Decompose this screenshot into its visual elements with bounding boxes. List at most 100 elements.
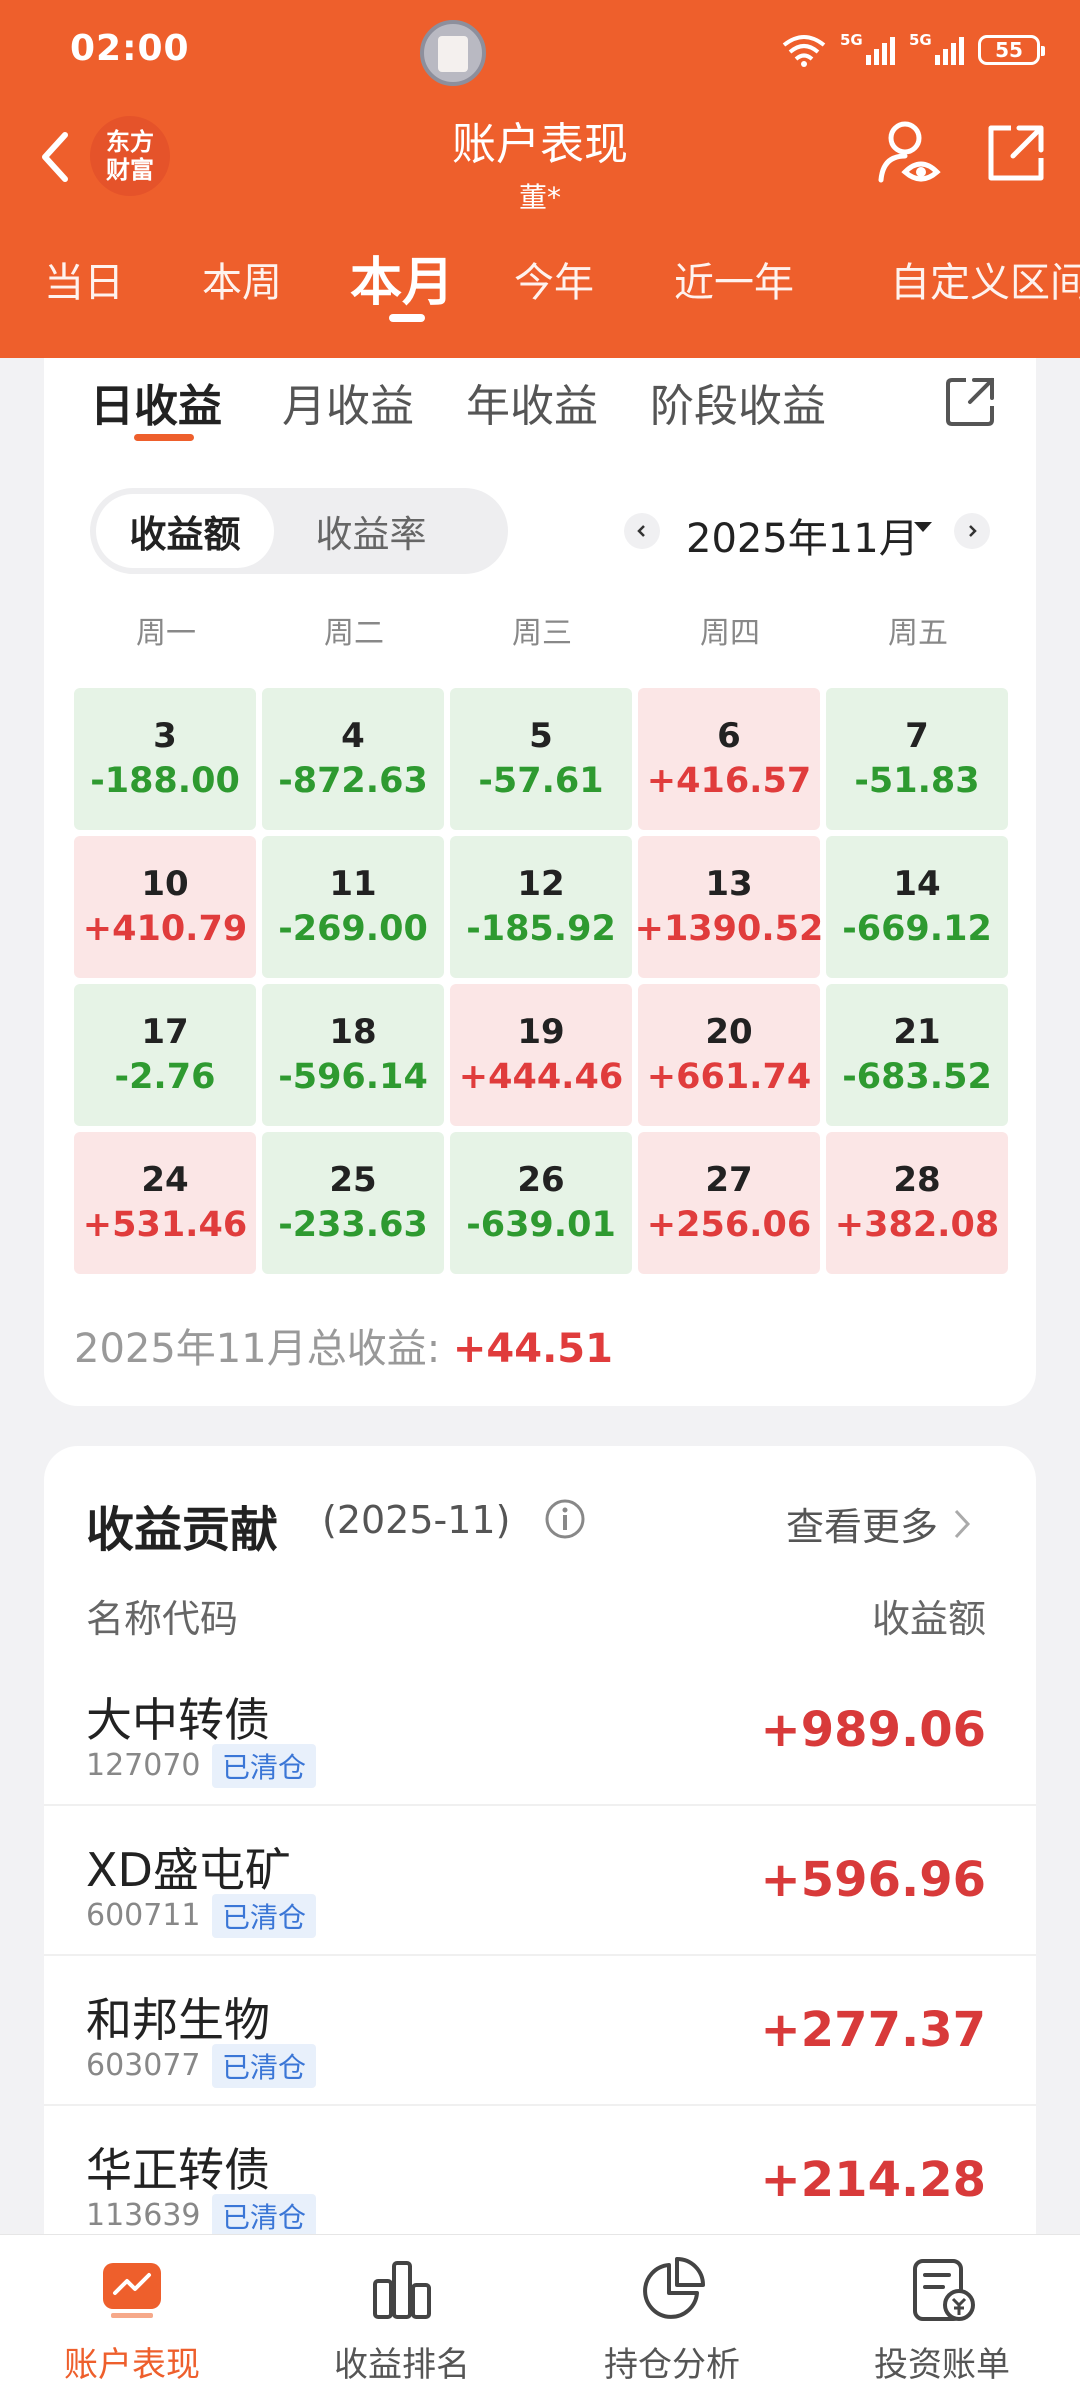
holding-name: XD盛屯矿	[86, 1843, 291, 1897]
nav-row: 东方 财富 账户表现 董*	[0, 100, 1080, 214]
user-view-icon[interactable]	[875, 118, 945, 188]
brand-logo[interactable]: 东方 财富	[90, 116, 170, 196]
back-button[interactable]	[30, 122, 80, 192]
nav-label: 账户表现	[64, 2345, 200, 2385]
calendar-day-cell[interactable]: 20 +661.74	[638, 984, 820, 1126]
cleared-badge: 已清仓	[212, 2044, 317, 2088]
contribution-card: 收益贡献 (2025-11) 查看更多 名称代码 收益额 大中转债 127070…	[44, 1446, 1036, 2256]
tab-this-month[interactable]: 本月	[350, 240, 454, 315]
calendar-day-value: +410.79	[82, 909, 248, 949]
calendar-day-cell[interactable]: 28 +382.08	[826, 1132, 1008, 1274]
status-bar: 02:00 5G 5G 55	[0, 0, 1080, 100]
view-more-link[interactable]: 查看更多	[786, 1496, 972, 1551]
weekday-label: 周二	[324, 616, 384, 651]
calendar-day-number: 4	[341, 716, 365, 756]
calendar-day-number: 6	[717, 716, 741, 756]
calendar-day-cell[interactable]: 6 +416.57	[638, 688, 820, 830]
calendar-day-number: 3	[153, 716, 177, 756]
calendar-day-cell[interactable]: 17 -2.76	[74, 984, 256, 1126]
calendar-day-value: -269.00	[278, 909, 428, 949]
month-label[interactable]: 2025年11月	[686, 506, 919, 564]
calendar-day-number: 19	[517, 1012, 565, 1052]
calendar-day-cell[interactable]: 3 -188.00	[74, 688, 256, 830]
calendar-day-cell[interactable]: 4 -872.63	[262, 688, 444, 830]
info-icon[interactable]	[544, 1498, 586, 1540]
tab-today[interactable]: 当日	[44, 250, 124, 308]
calendar-day-value: +531.46	[82, 1205, 248, 1245]
tab-monthly-earnings[interactable]: 月收益	[282, 370, 414, 434]
daily-earnings-card: 日收益 月收益 年收益 阶段收益 收益额 收益率 2025年11月 周一 周二 …	[44, 358, 1036, 1406]
calendar-day-value: -2.76	[114, 1057, 216, 1097]
weekday-label: 周三	[512, 616, 572, 651]
weekday-label: 周一	[136, 616, 196, 651]
nav-earnings-ranking[interactable]: 收益排名	[302, 2255, 502, 2386]
column-header-name: 名称代码	[86, 1597, 239, 1641]
calendar-day-cell[interactable]: 24 +531.46	[74, 1132, 256, 1274]
calendar-day-value: -185.92	[466, 909, 616, 949]
account-holder: 董*	[518, 181, 561, 214]
monthly-total-label: 2025年11月总收益:	[74, 1326, 453, 1372]
holding-name: 和邦生物	[86, 1993, 270, 2047]
calendar-day-number: 17	[141, 1012, 189, 1052]
toggle-rate[interactable]: 收益率	[282, 494, 460, 568]
nav-account-performance[interactable]: 账户表现	[32, 2255, 232, 2386]
holding-code: 600711	[86, 1898, 201, 1933]
next-month-button[interactable]	[954, 513, 990, 549]
calendar-day-value: +256.06	[646, 1205, 812, 1245]
holding-row[interactable]: XD盛屯矿 600711 已清仓 +596.96	[44, 1806, 1036, 1956]
cleared-badge: 已清仓	[212, 2194, 317, 2238]
holding-amount: +596.96	[760, 1852, 986, 1908]
calendar-day-cell[interactable]: 26 -639.01	[450, 1132, 632, 1274]
contribution-period: (2025-11)	[322, 1498, 511, 1542]
share-icon[interactable]	[944, 374, 998, 428]
tab-this-week[interactable]: 本周	[202, 250, 282, 308]
pie-chart-icon	[643, 2257, 705, 2319]
tab-yearly-earnings[interactable]: 年收益	[466, 370, 598, 434]
calendar-day-cell[interactable]: 10 +410.79	[74, 836, 256, 978]
calendar-day-value: -596.14	[278, 1057, 428, 1097]
calendar-day-cell[interactable]: 21 -683.52	[826, 984, 1008, 1126]
logo-line1: 东方	[106, 128, 154, 156]
tab-last-year[interactable]: 近一年	[674, 250, 794, 308]
weekday-label: 周五	[888, 616, 948, 651]
tab-daily-earnings[interactable]: 日收益	[90, 370, 222, 434]
wifi-icon	[782, 35, 826, 67]
share-icon[interactable]	[985, 122, 1047, 184]
tab-period-earnings[interactable]: 阶段收益	[650, 370, 826, 434]
calendar-day-value: -233.63	[278, 1205, 428, 1245]
nav-holdings-analysis[interactable]: 持仓分析	[572, 2255, 772, 2386]
toggle-amount[interactable]: 收益额	[96, 494, 274, 568]
calendar-day-cell[interactable]: 13 +1390.52	[635, 836, 823, 978]
holding-amount: +277.37	[760, 2002, 986, 2058]
holding-row[interactable]: 大中转债 127070 已清仓 +989.06	[44, 1656, 1036, 1806]
holding-code: 127070	[86, 1748, 201, 1783]
calendar-day-cell[interactable]: 7 -51.83	[826, 688, 1008, 830]
calendar-day-cell[interactable]: 12 -185.92	[450, 836, 632, 978]
calendar-day-cell[interactable]: 5 -57.61	[450, 688, 632, 830]
calendar-day-cell[interactable]: 18 -596.14	[262, 984, 444, 1126]
calendar-day-value: -188.00	[90, 761, 240, 801]
calendar-day-number: 27	[705, 1160, 753, 1200]
calendar-day-cell[interactable]: 14 -669.12	[826, 836, 1008, 978]
page-title-block: 账户表现 董*	[340, 108, 740, 216]
nav-investment-bill[interactable]: 投资账单	[842, 2255, 1042, 2386]
holding-row[interactable]: 和邦生物 603077 已清仓 +277.37	[44, 1956, 1036, 2106]
signal-tag: 5G	[840, 31, 863, 49]
prev-month-button[interactable]	[624, 513, 660, 549]
tab-this-year[interactable]: 今年	[514, 250, 594, 308]
caret-down-icon[interactable]	[914, 522, 932, 532]
monthly-total: 2025年11月总收益: +44.51	[74, 1316, 613, 1374]
calendar-day-cell[interactable]: 11 -269.00	[262, 836, 444, 978]
calendar-day-cell[interactable]: 27 +256.06	[638, 1132, 820, 1274]
calendar-day-number: 7	[905, 716, 929, 756]
calendar-day-cell[interactable]: 19 +444.46	[450, 984, 632, 1126]
calendar-day-number: 25	[329, 1160, 377, 1200]
chevron-right-icon	[969, 525, 977, 537]
amount-rate-toggle: 收益额 收益率	[90, 488, 508, 574]
signal-icon-sim2: 5G	[909, 31, 964, 65]
calendar-day-cell[interactable]: 25 -233.63	[262, 1132, 444, 1274]
nav-label: 收益排名	[334, 2345, 470, 2385]
calendar-day-number: 24	[141, 1160, 189, 1200]
tab-custom-range[interactable]: 自定义区间	[890, 250, 1080, 308]
chevron-left-icon	[637, 525, 645, 537]
